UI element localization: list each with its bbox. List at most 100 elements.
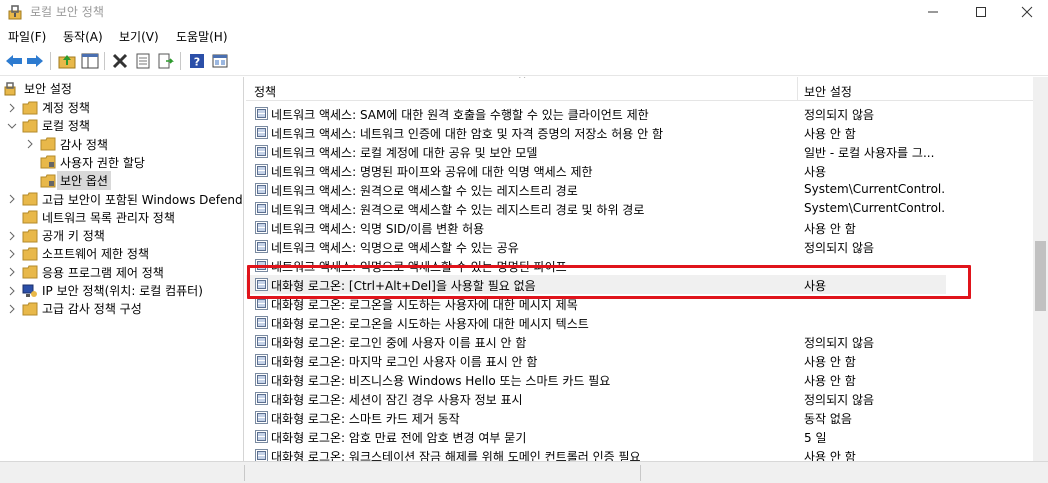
folder-icon [22,192,38,206]
menu-help[interactable]: 도움말(H) [176,28,228,45]
policy-setting: 정의되지 않음 [804,336,875,350]
policy-item-icon [255,449,268,461]
policy-row[interactable]: 대화형 로그온: [Ctrl+Alt+Del]을 사용할 필요 없음 사용 [246,275,946,294]
tree-item-10[interactable]: IP 보안 정책(위치: 로컬 컴퓨터) [6,281,203,300]
tree-item-1[interactable]: 로컬 정책 [6,116,90,135]
properties-button[interactable] [133,51,153,71]
title-bar: 로컬 보안 정책 [0,0,1048,24]
maximize-button[interactable] [958,0,1004,24]
menu-action[interactable]: 동작(A) [63,28,103,45]
sort-ascending-icon: ^ [518,77,527,85]
tree-label: 계정 정책 [42,101,90,115]
tree-expander[interactable] [6,102,18,114]
tree-expander[interactable] [6,248,18,260]
help-button[interactable]: ? [187,51,207,71]
policy-name: 대화형 로그온: 워크스테이션 잠금 해제를 위해 도메인 컨트롤러 인증 필요 [271,450,641,461]
tree-expander[interactable] [6,303,18,315]
security-settings-icon [4,81,16,95]
chevron-right-icon [9,286,15,295]
tree-expander[interactable] [24,138,36,150]
tree-expander[interactable] [6,230,18,242]
policy-row[interactable]: 대화형 로그온: 스마트 카드 제거 동작 동작 없음 [246,408,1033,427]
policy-row[interactable]: 대화형 로그온: 마지막 로그인 사용자 이름 표시 안 함 사용 안 함 [246,351,1033,370]
column-header-policy[interactable]: 정책 [254,83,276,100]
tree-item-0[interactable]: 계정 정책 [6,98,90,117]
policy-folder-icon [40,174,56,188]
export-list-button[interactable] [156,51,176,71]
policy-row[interactable]: 대화형 로그온: 비즈니스용 Windows Hello 또는 스마트 카드 필… [246,370,1033,389]
folder-icon [22,119,38,133]
policy-item-icon [255,126,268,139]
policy-row[interactable]: 대화형 로그온: 암호 만료 전에 암호 변경 여부 묻기 5 일 [246,427,1033,446]
svg-text:?: ? [194,56,200,69]
console-view-icon [212,54,228,68]
tree-root-security-settings[interactable]: 보안 설정 [4,79,72,98]
tree-item-9[interactable]: 응용 프로그램 제어 정책 [6,263,164,282]
policy-row[interactable]: 네트워크 액세스: 로컬 계정에 대한 공유 및 보안 모델 일반 - 로컬 사용… [246,142,1033,161]
list-header: ^ 정책 보안 설정 [246,77,1033,101]
policy-row[interactable]: 네트워크 액세스: 익명으로 액세스할 수 있는 명명된 파이프 [246,256,1033,275]
delete-button[interactable] [110,51,130,71]
chevron-right-icon [9,231,15,240]
policy-name: 대화형 로그온: 마지막 로그인 사용자 이름 표시 안 함 [271,355,538,369]
column-header-setting[interactable]: 보안 설정 [804,83,852,100]
menu-bar: 파일(F) 동작(A) 보기(V) 도움말(H) [0,24,1048,46]
chevron-right-icon [27,139,33,149]
folder-icon [22,302,38,316]
policy-folder-icon [40,155,56,169]
tree-item-8[interactable]: 소프트웨어 제한 정책 [6,244,149,263]
tree-item-5[interactable]: 고급 보안이 포함된 Windows Defender [6,190,243,209]
tree-expander[interactable] [6,285,18,297]
policy-setting: 사용 [804,279,827,293]
policy-item-icon [255,259,268,272]
up-folder-button[interactable] [57,51,77,71]
show-hide-tree-button[interactable] [80,51,100,71]
policy-row[interactable]: 네트워크 액세스: 익명 SID/이름 변환 허용 사용 안 함 [246,218,1033,237]
console-view-button[interactable] [210,51,230,71]
local-security-policy-window: 로컬 보안 정책 파일(F) 동작(A) 보기(V) 도움말(H) ? 보안 설… [0,0,1048,483]
policy-name: 네트워크 액세스: 익명 SID/이름 변환 허용 [271,222,485,236]
policy-row[interactable]: 대화형 로그온: 로그온을 시도하는 사용자에 대한 메시지 텍스트 [246,313,1033,332]
policy-row[interactable]: 네트워크 액세스: 네트워크 인증에 대한 암호 및 자격 증명의 저장소 허용… [246,123,1033,142]
policy-item-icon [255,373,268,386]
policy-name: 대화형 로그온: 비즈니스용 Windows Hello 또는 스마트 카드 필… [271,374,611,388]
tree-item-7[interactable]: 공개 키 정책 [6,226,105,245]
close-button[interactable] [1004,0,1048,24]
tree-expander[interactable] [24,175,36,187]
policy-item-icon [255,107,268,120]
forward-button[interactable] [25,51,45,71]
tree-item-4[interactable]: 보안 옵션 [24,171,111,191]
tree-item-6[interactable]: 네트워크 목록 관리자 정책 [6,208,175,227]
policy-row[interactable]: 네트워크 액세스: 명명된 파이프와 공유에 대한 익명 액세스 제한 사용 [246,161,1033,180]
policy-row[interactable]: 네트워크 액세스: 원격으로 액세스할 수 있는 레지스트리 경로 및 하위 경… [246,199,1033,218]
column-divider[interactable] [797,77,798,101]
policy-row[interactable]: 대화형 로그온: 로그온을 시도하는 사용자에 대한 메시지 제목 [246,294,1033,313]
back-arrow-icon [6,55,22,67]
tree-expander[interactable] [6,120,18,132]
scrollbar-thumb[interactable] [1035,241,1046,311]
tree-item-2[interactable]: 감사 정책 [24,135,108,154]
tree-label: 보안 설정 [24,82,72,96]
minimize-button[interactable] [910,0,956,24]
tree-label: 감사 정책 [60,137,108,152]
tree-expander[interactable] [6,211,18,223]
menu-view[interactable]: 보기(V) [119,28,159,45]
policy-row[interactable]: 네트워크 액세스: 원격으로 액세스할 수 있는 레지스트리 경로 System\… [246,180,1033,199]
tree-label: IP 보안 정책(위치: 로컬 컴퓨터) [42,284,203,298]
menu-file[interactable]: 파일(F) [8,28,46,45]
policy-row[interactable]: 대화형 로그온: 로그인 중에 사용자 이름 표시 안 함 정의되지 않음 [246,332,1033,351]
policy-row[interactable]: 네트워크 액세스: SAM에 대한 원격 호출을 수행할 수 있는 클라이언트 … [246,104,1033,123]
tree-label: 고급 감사 정책 구성 [42,302,142,317]
tree-expander[interactable] [6,266,18,278]
tree-item-3[interactable]: 사용자 권한 할당 [24,153,145,172]
tree-expander[interactable] [6,193,18,205]
back-button[interactable] [4,51,24,71]
tree-expander[interactable] [24,156,36,168]
vertical-scrollbar[interactable] [1033,77,1048,461]
policy-item-icon [255,392,268,405]
policy-row[interactable]: 대화형 로그온: 세션이 잠긴 경우 사용자 정보 표시 정의되지 않음 [246,389,1033,408]
policy-row[interactable]: 네트워크 액세스: 익명으로 액세스할 수 있는 공유 정의되지 않음 [246,237,1033,256]
policy-row[interactable]: 대화형 로그온: 워크스테이션 잠금 해제를 위해 도메인 컨트롤러 인증 필요… [246,446,1033,461]
forward-arrow-icon [27,55,43,67]
tree-item-11[interactable]: 고급 감사 정책 구성 [6,299,142,318]
